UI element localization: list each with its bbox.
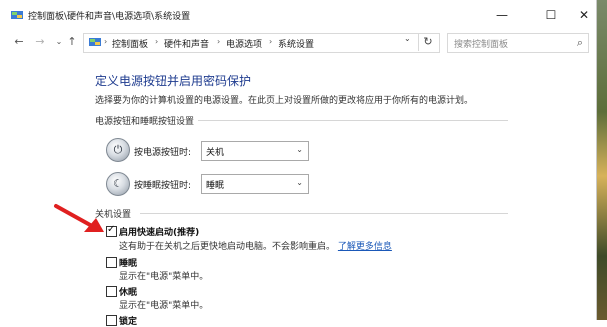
sleep-button-action-value: 睡眠 [206, 181, 225, 191]
fast-startup-desc-text: 这有助于在关机之后更快地启动电脑。不会影响重启。 [119, 242, 336, 252]
chevron-down-icon[interactable]: ⌄ [52, 35, 66, 49]
arrow-up-icon[interactable]: ↑ [65, 35, 79, 49]
chevron-down-icon: ⌄ [296, 145, 303, 154]
minimize-button[interactable]: — [484, 0, 520, 30]
hibernate-option-label[interactable]: 休眠 [119, 285, 137, 298]
close-button[interactable]: ✕ [566, 0, 602, 30]
search-icon[interactable]: ⌕ [577, 36, 583, 50]
learn-more-link[interactable]: 了解更多信息 [338, 242, 392, 252]
sleep-option-description: 显示在"电源"菜单中。 [119, 272, 209, 282]
power-button-action-select[interactable]: 关机 ⌄ [201, 141, 309, 161]
sleep-button-icon: ☾ [106, 172, 130, 196]
sleep-button-action-select[interactable]: 睡眠 ⌄ [201, 174, 309, 194]
annotation-arrow [54, 204, 104, 232]
hibernate-option-description: 显示在"电源"菜单中。 [119, 301, 209, 311]
arrow-right-icon[interactable]: → [33, 35, 47, 49]
sleep-button-label: 按睡眠按钮时: [134, 181, 192, 191]
sleep-checkbox[interactable] [106, 257, 117, 268]
breadcrumb-separator: › [155, 37, 159, 46]
breadcrumb-separator: › [269, 37, 273, 46]
hibernate-checkbox[interactable] [106, 286, 117, 297]
window-title: 控制面板\硬件和声音\电源选项\系统设置 [28, 12, 191, 22]
breadcrumb-item[interactable]: 控制面板 [112, 37, 148, 50]
power-button-action-value: 关机 [206, 148, 225, 158]
power-button-icon: ⏻ [106, 138, 130, 162]
lock-option-label[interactable]: 锁定 [119, 314, 137, 327]
breadcrumb-item[interactable]: 系统设置 [278, 37, 314, 50]
group-divider [140, 213, 508, 214]
arrow-left-icon[interactable]: ← [12, 35, 26, 49]
search-input[interactable]: 搜索控制面板 ⌕ [447, 33, 589, 53]
breadcrumb-separator: › [217, 37, 221, 46]
breadcrumb-separator: › [104, 37, 108, 46]
refresh-icon[interactable]: ↻ [418, 33, 437, 51]
lock-checkbox[interactable] [106, 315, 117, 326]
control-panel-icon [89, 38, 101, 46]
group-divider [198, 120, 508, 121]
sleep-option-label[interactable]: 睡眠 [119, 256, 137, 269]
chevron-down-icon: ⌄ [296, 178, 303, 187]
maximize-button[interactable]: ☐ [533, 0, 569, 30]
power-buttons-group-title: 电源按钮和睡眠按钮设置 [95, 117, 195, 127]
control-panel-icon [11, 11, 23, 19]
breadcrumb-item[interactable]: 电源选项 [226, 37, 262, 50]
page-description: 选择要为你的计算机设置的电源设置。在此页上对设置所做的更改将应用于你所有的电源计… [95, 96, 474, 106]
breadcrumb-item[interactable]: 硬件和声音 [164, 37, 209, 50]
control-panel-window: 控制面板\硬件和声音\电源选项\系统设置 — ☐ ✕ ← → ⌄ ↑ › 控制面… [0, 0, 597, 327]
page-title: 定义电源按钮并启用密码保护 [95, 74, 252, 88]
address-dropdown-icon[interactable]: ⌄ [404, 34, 411, 43]
fast-startup-label[interactable]: 启用快速启动(推荐) [119, 225, 199, 238]
fast-startup-description: 这有助于在关机之后更快地启动电脑。不会影响重启。 了解更多信息 [119, 239, 392, 252]
power-button-label: 按电源按钮时: [134, 148, 192, 158]
address-bar[interactable]: › 控制面板 › 硬件和声音 › 电源选项 › 系统设置 [83, 33, 440, 53]
title-bar: 控制面板\硬件和声音\电源选项\系统设置 — ☐ ✕ [0, 0, 596, 30]
search-placeholder: 搜索控制面板 [454, 40, 509, 50]
